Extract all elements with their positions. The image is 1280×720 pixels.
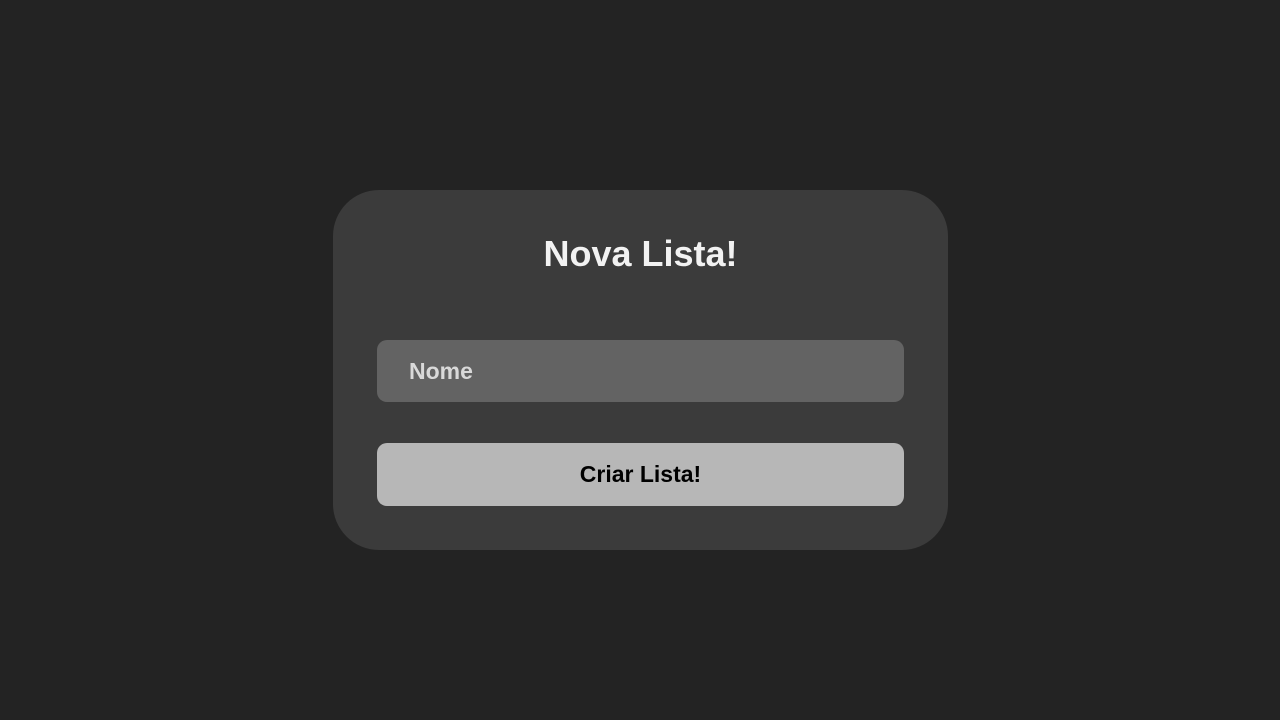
create-list-button[interactable]: Criar Lista! — [377, 443, 904, 506]
name-input[interactable] — [377, 340, 904, 402]
new-list-card: Nova Lista! Criar Lista! — [333, 190, 948, 550]
card-title: Nova Lista! — [543, 233, 738, 274]
page-background: Nova Lista! Criar Lista! — [0, 0, 1280, 720]
